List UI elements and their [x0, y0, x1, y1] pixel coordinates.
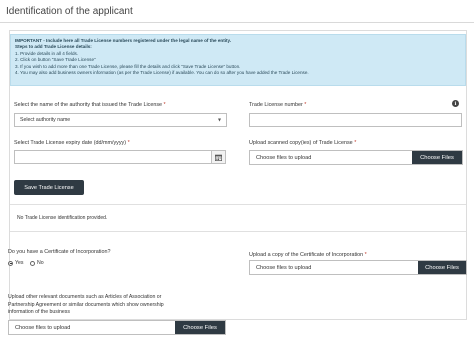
- page-title: Identification of the applicant: [6, 6, 133, 17]
- tl-file-upload[interactable]: Choose files to upload Choose Files: [249, 150, 463, 165]
- radio-selected-icon: [8, 260, 13, 266]
- authority-label: Select the name of the authority that is…: [14, 102, 166, 108]
- other-docs-label: Upload other relevant documents such as …: [8, 294, 164, 316]
- required-mark: *: [364, 252, 367, 258]
- other-docs-choose-files-button[interactable]: Choose Files: [175, 321, 225, 334]
- tl-upload-label: Upload scanned copy(ies) of Trade Licens…: [249, 140, 357, 146]
- incorporation-upload-label: Upload a copy of the Certificate of Inco…: [249, 252, 367, 258]
- required-mark: *: [163, 102, 166, 108]
- trade-license-status: No Trade License identification provided…: [10, 204, 466, 232]
- license-number-input[interactable]: [249, 113, 462, 127]
- authority-select-value: Select authority name: [20, 117, 71, 123]
- authority-select[interactable]: Select authority name ▾: [14, 113, 227, 127]
- title-divider: [0, 22, 474, 23]
- save-trade-license-button[interactable]: Save Trade License: [14, 180, 84, 195]
- incorporation-choose-files-button[interactable]: Choose Files: [418, 261, 466, 274]
- other-docs-file-upload[interactable]: Choose files to upload Choose Files: [8, 320, 226, 335]
- expiry-label: Select Trade License expiry date (dd/mm/…: [14, 140, 130, 146]
- required-mark: *: [304, 102, 307, 108]
- incorporation-yes-radio[interactable]: Yes: [8, 260, 23, 266]
- expiry-date-input[interactable]: [14, 150, 226, 164]
- info-icon[interactable]: i: [452, 100, 459, 107]
- tl-file-placeholder: Choose files to upload: [256, 154, 312, 161]
- incorporation-file-upload[interactable]: Choose files to upload Choose Files: [249, 260, 467, 275]
- radio-unselected-icon: [30, 260, 35, 266]
- incorporation-question: Do you have a Certificate of Incorporati…: [8, 249, 111, 255]
- incorporation-file-placeholder: Choose files to upload: [256, 264, 312, 271]
- required-mark: *: [354, 140, 357, 146]
- required-mark: *: [127, 140, 130, 146]
- info-step-4: 4. You may also add business owners info…: [15, 70, 309, 76]
- info-box: IMPORTANT - Include here all Trade Licen…: [10, 34, 466, 86]
- chevron-down-icon: ▾: [217, 117, 221, 124]
- calendar-icon[interactable]: [211, 151, 225, 163]
- incorporation-no-radio[interactable]: No: [30, 260, 44, 266]
- tl-choose-files-button[interactable]: Choose Files: [412, 151, 462, 164]
- license-number-label: Trade License number *: [249, 102, 307, 108]
- other-docs-file-placeholder: Choose files to upload: [15, 324, 71, 331]
